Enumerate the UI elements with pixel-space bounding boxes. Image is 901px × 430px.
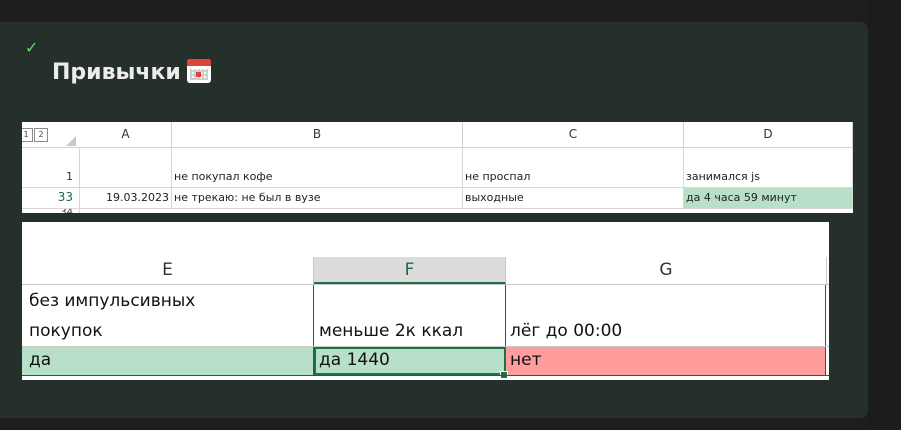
cell-f1-text: меньше 2к ккал <box>319 321 464 341</box>
cell-b1[interactable]: не покупал кофе <box>172 148 463 187</box>
cell-e33[interactable]: да <box>22 347 314 375</box>
column-header-g[interactable]: G <box>506 257 827 284</box>
cell-c33[interactable]: выходные <box>463 188 684 208</box>
cell-a33[interactable]: 19.03.2023 <box>80 188 172 208</box>
column-header-d[interactable]: D <box>684 122 853 147</box>
column-header-f[interactable]: F <box>314 257 506 284</box>
cell-f33-selected[interactable]: да 1440 <box>314 347 506 375</box>
cell-c1[interactable]: не проспал <box>463 148 684 187</box>
column-header-e[interactable]: E <box>22 257 314 284</box>
page-title: Привычки <box>52 59 211 86</box>
sheet-row-1: 1 не покупал кофе не проспал занимался j… <box>22 148 853 188</box>
cell-b33[interactable]: не трекаю: не был в вузе <box>172 188 463 208</box>
page-title-text: Привычки <box>52 60 181 85</box>
cell-d33[interactable]: да 4 часа 59 минут <box>684 188 853 208</box>
spreadsheet-large: E F G без импульсивных покупок меньше 2к… <box>22 222 829 380</box>
spreadsheet-small: 1 2 A B C D 1 не покупал кофе не проспал… <box>22 122 853 213</box>
row-number-33[interactable]: 33 <box>22 188 80 208</box>
column-header-b[interactable]: B <box>172 122 463 147</box>
cell-g33[interactable]: нет <box>506 347 826 375</box>
cell-e1-line1: без импульсивных <box>29 291 196 311</box>
outline-level-2-button[interactable]: 2 <box>34 128 48 142</box>
column-header-row: 1 2 A B C D <box>22 122 853 148</box>
cell-d1[interactable]: занимался js <box>684 148 853 187</box>
cell-f1[interactable]: меньше 2к ккал <box>314 285 506 346</box>
column-header-a[interactable]: A <box>80 122 172 147</box>
cell-e1[interactable]: без импульсивных покупок <box>22 285 314 346</box>
column-header-c[interactable]: C <box>463 122 684 147</box>
outline-level-1-button[interactable]: 1 <box>22 128 33 142</box>
calendar-icon <box>186 59 211 83</box>
sheet-row-34: 34 <box>22 209 853 213</box>
sheet-row-33: 33 19.03.2023 не трекаю: не был в вузе в… <box>22 188 853 209</box>
row-number-34[interactable]: 34 <box>22 209 80 213</box>
column-header-row-large: E F G <box>22 257 829 285</box>
row-bottom-border <box>22 375 829 376</box>
scrollbar-track[interactable] <box>868 0 901 430</box>
checkmark-icon: ✓ <box>25 38 39 57</box>
cell-a1[interactable] <box>80 148 172 187</box>
row-number-1[interactable]: 1 <box>22 148 80 187</box>
cell-g1[interactable]: лёг до 00:00 <box>506 285 826 346</box>
cell-g1-text: лёг до 00:00 <box>510 321 623 341</box>
cell-e1-line2: покупок <box>29 321 103 341</box>
select-all-corner[interactable] <box>66 136 76 146</box>
